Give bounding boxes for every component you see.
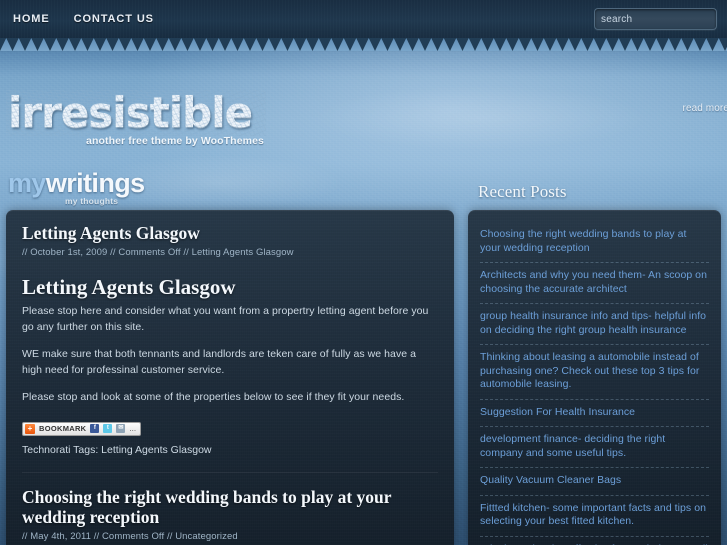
post-title: Choosing the right wedding bands to play… <box>22 487 438 527</box>
post-body: Letting Agents Glasgow Please stop here … <box>22 275 438 458</box>
recent-post-item[interactable]: Suggestion For Health Insurance <box>480 400 709 427</box>
read-more-link[interactable]: read more <box>683 103 727 114</box>
post-title-link[interactable]: Choosing the right wedding bands to play… <box>22 487 391 527</box>
email-icon[interactable]: ✉ <box>116 424 126 433</box>
zigzag-divider <box>0 38 727 51</box>
recent-post-link[interactable]: Suggestion For Health Insurance <box>480 406 709 420</box>
recent-post-item[interactable]: development finance- deciding the right … <box>480 427 709 468</box>
recent-post-item[interactable]: group health insurance info and tips- he… <box>480 304 709 345</box>
post-paragraph: Please stop here and consider what you w… <box>22 305 429 333</box>
post-entry: Choosing the right wedding bands to play… <box>6 473 454 545</box>
main-menu: HOME CONTACT US <box>13 0 154 38</box>
recent-posts-heading: Recent Posts <box>478 182 567 201</box>
post-paragraph: WE make sure that both tennants and land… <box>22 348 416 376</box>
sidebar-panel: Choosing the right wedding bands to play… <box>468 210 721 545</box>
recent-posts-list: Choosing the right wedding bands to play… <box>480 210 709 545</box>
recent-post-link[interactable]: development finance- deciding the right … <box>480 433 709 460</box>
plus-icon: + <box>25 423 35 434</box>
main-content-panel: Letting Agents Glasgow // October 1st, 2… <box>6 210 454 545</box>
site-logo[interactable]: irresistible another free theme by WooTh… <box>6 90 266 147</box>
page-root: HOME CONTACT US search irresistible anot… <box>0 0 727 545</box>
top-navigation-bar: HOME CONTACT US <box>0 0 727 38</box>
facebook-icon[interactable]: f <box>90 424 100 433</box>
post-meta: // May 4th, 2011 // Comments Off // Unca… <box>22 530 238 542</box>
post-entry: Letting Agents Glasgow // October 1st, 2… <box>6 210 454 473</box>
recent-post-link[interactable]: Choosing the right wedding bands to play… <box>480 228 709 255</box>
recent-post-item[interactable]: Why is car leasing effective for you ind… <box>480 537 709 545</box>
technorati-tags: Technorati Tags: Letting Agents Glasgow <box>22 443 212 456</box>
bookmark-label: BOOKMARK <box>39 424 87 433</box>
recent-post-item[interactable]: Fittted kitchen- some important facts an… <box>480 496 709 537</box>
nav-item-home[interactable]: HOME <box>13 0 50 38</box>
addthis-bookmark-widget[interactable]: + BOOKMARK f t ✉ ... <box>22 421 142 436</box>
twitter-icon[interactable]: t <box>103 424 113 433</box>
post-paragraph: Please stop and look at some of the prop… <box>22 391 405 403</box>
recent-post-item[interactable]: Quality Vacuum Cleaner Bags <box>480 468 709 496</box>
recent-post-link[interactable]: Fittted kitchen- some important facts an… <box>480 502 709 529</box>
recent-post-item[interactable]: Architects and why you need them- An sco… <box>480 263 709 304</box>
post-title: Letting Agents Glasgow <box>22 223 438 243</box>
post-meta: // October 1st, 2009 // Comments Off // … <box>22 247 294 258</box>
nav-link-home[interactable]: HOME <box>13 0 50 38</box>
recent-post-link[interactable]: Architects and why you need them- An sco… <box>480 269 709 296</box>
recent-post-item[interactable]: Thinking about leasing a automobile inst… <box>480 345 709 400</box>
search-form[interactable] <box>594 8 727 30</box>
recent-post-link[interactable]: Thinking about leasing a automobile inst… <box>480 351 709 392</box>
search-input[interactable] <box>595 13 727 25</box>
my-writings-title: mywritings <box>8 170 145 197</box>
nav-item-contact-us[interactable]: CONTACT US <box>74 0 154 38</box>
my-writings-prefix: my <box>8 168 46 198</box>
recent-post-link[interactable]: group health insurance info and tips- he… <box>480 310 709 337</box>
post-body-heading: Letting Agents Glasgow <box>22 275 236 299</box>
logo-wordmark: irresistible <box>6 90 266 136</box>
recent-post-link[interactable]: Quality Vacuum Cleaner Bags <box>480 474 709 488</box>
more-options-icon[interactable]: ... <box>129 424 136 432</box>
my-writings-heading: mywritings my thoughts <box>8 170 145 207</box>
nav-link-contact-us[interactable]: CONTACT US <box>74 0 154 38</box>
my-writings-suffix: writings <box>45 168 145 198</box>
recent-post-item[interactable]: Choosing the right wedding bands to play… <box>480 219 709 263</box>
post-title-link[interactable]: Letting Agents Glasgow <box>22 223 200 243</box>
